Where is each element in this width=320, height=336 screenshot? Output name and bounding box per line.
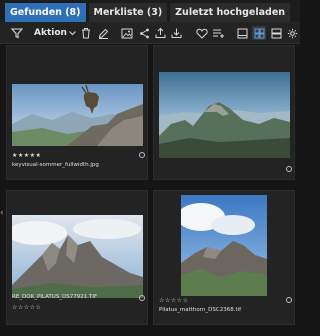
star-rating[interactable]: ★★★★★ [12, 152, 41, 159]
filter-icon[interactable] [10, 26, 24, 40]
select-radio[interactable] [139, 295, 145, 301]
asset-thumbnail[interactable] [159, 72, 290, 158]
asset-thumbnail[interactable] [12, 215, 143, 298]
select-radio[interactable] [139, 152, 145, 158]
tab-recently-uploaded[interactable]: Zuletzt hochgeladen [170, 3, 291, 22]
asset-filename: Pilatus_matthorn_DSC2368.tif [159, 307, 242, 313]
image-icon[interactable] [121, 26, 133, 40]
pencil-icon[interactable] [97, 26, 109, 40]
tab-watchlist[interactable]: Merkliste (3) [88, 3, 168, 22]
list-view-icon[interactable] [270, 26, 282, 40]
gear-icon[interactable] [286, 26, 298, 40]
action-label: Aktion [34, 28, 67, 38]
chevron-down-icon [69, 30, 76, 36]
share-icon[interactable] [138, 26, 150, 40]
asset-filename: keyvisual-sommer_fullwidth.jpg [12, 162, 99, 168]
star-rating[interactable]: ☆☆☆☆☆ [159, 297, 188, 304]
asset-card[interactable]: ☆☆☆☆☆ RE_DOK_PILATUS_DS77921.TIF [6, 190, 148, 325]
asset-card[interactable] [153, 45, 295, 180]
asset-thumbnail[interactable] [12, 84, 143, 146]
grid-view-icon[interactable] [252, 26, 266, 40]
asset-filename: RE_DOK_PILATUS_DS77921.TIF [12, 294, 98, 300]
asset-card[interactable]: ☆☆☆☆☆ Pilatus_matthorn_DSC2368.tif [153, 190, 295, 325]
chevron-left-icon[interactable]: ‹ [0, 208, 4, 218]
select-radio[interactable] [286, 166, 292, 172]
single-view-icon[interactable] [236, 26, 248, 40]
star-rating[interactable]: ☆☆☆☆☆ [12, 304, 41, 311]
toolbar: Aktion [0, 22, 300, 44]
download-icon[interactable] [170, 26, 182, 40]
upload-icon[interactable] [154, 26, 166, 40]
tab-found[interactable]: Gefunden (8) [5, 3, 86, 22]
asset-card[interactable]: ★★★★★ keyvisual-sommer_fullwidth.jpg [6, 45, 148, 180]
action-menu[interactable]: Aktion [34, 26, 76, 40]
list-add-icon[interactable] [212, 26, 225, 40]
trash-icon[interactable] [80, 26, 92, 40]
asset-grid: ★★★★★ keyvisual-sommer_fullwidth.jpg ☆☆☆… [0, 45, 300, 336]
asset-thumbnail[interactable] [181, 195, 267, 296]
tab-bar: Gefunden (8) Merkliste (3) Zuletzt hochg… [0, 0, 300, 22]
heart-icon[interactable] [196, 26, 208, 40]
select-radio[interactable] [286, 297, 292, 303]
